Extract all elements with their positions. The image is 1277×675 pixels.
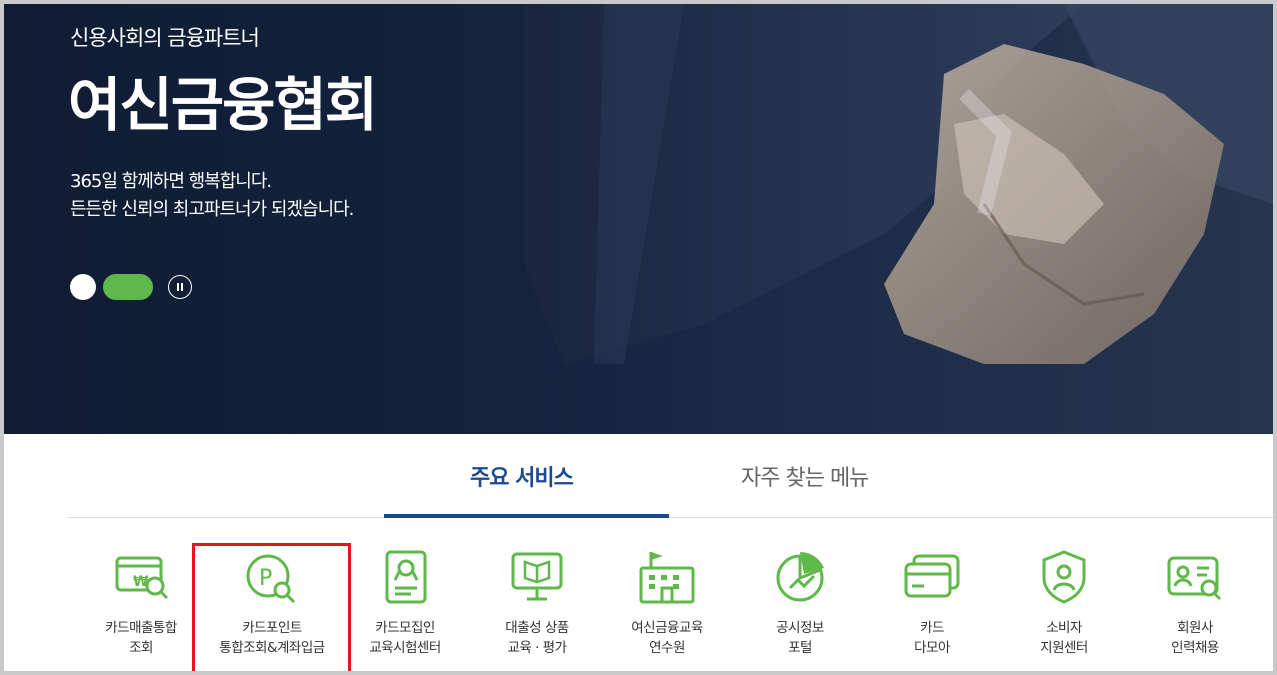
pause-icon[interactable] [168,275,192,299]
service-consumer-support[interactable]: 소비자 지원센터 [999,548,1129,658]
service-recruiter-exam-center[interactable]: 카드모집인 교육시험센터 [340,548,470,658]
slide-indicator-2-active[interactable] [103,274,153,300]
hero-title: 여신금융협회 [68,71,378,139]
hero-description-line2: 든든한 신뢰의 최고파트너가 되겠습니다. [70,199,354,220]
hero-description-line1: 365일 함께하면 행복합니다. [70,171,272,192]
pie-chart-icon [776,552,824,602]
id-card-search-icon [1167,556,1222,601]
page: 신용사회의 금융파트너 여신금융협회 365일 함께하면 행복합니다. 든든한 … [4,4,1273,671]
active-tab-underline [384,514,669,518]
service-card-damoa[interactable]: 카드 다모아 [867,548,997,658]
service-training-institute[interactable]: 여신금융교육 연수원 [602,548,732,658]
tab-frequent-menu[interactable]: 자주 찾는 메뉴 [741,460,869,492]
service-member-recruitment[interactable]: 회원사 인력채용 [1130,548,1260,658]
service-tabs: 주요 서비스 자주 찾는 메뉴 [68,434,1273,518]
service-label: 회원사 인력채용 [1171,620,1219,656]
service-label: 카드 다모아 [914,620,950,656]
service-label: 대출성 상품 교육 · 평가 [505,620,569,656]
service-disclosure-portal[interactable]: 공시정보 포털 [735,548,865,658]
highlight-box [192,543,351,671]
hero-banner: 신용사회의 금융파트너 여신금융협회 365일 함께하면 행복합니다. 든든한 … [4,4,1273,434]
certificate-icon [385,550,427,604]
shield-user-icon [1042,550,1086,604]
hero-subtitle: 신용사회의 금융파트너 [70,26,260,50]
tab-main-services[interactable]: 주요 서비스 [470,460,574,492]
service-card-sales-inquiry[interactable]: ₩ 카드매출통합 조회 [76,548,206,658]
school-building-icon [639,552,695,604]
service-label: 카드매출통합 조회 [105,620,177,656]
cards-icon [904,554,960,598]
hero-description: 365일 함께하면 행복합니다. 든든한 신뢰의 최고파트너가 되겠습니다. [70,168,354,224]
service-label: 카드모집인 교육시험센터 [369,620,441,656]
card-sales-search-icon: ₩ [115,556,169,600]
service-label: 공시정보 포털 [776,620,824,656]
service-label: 여신금융교육 연수원 [631,620,703,656]
service-label: 소비자 지원센터 [1040,620,1088,656]
service-loan-product-education[interactable]: 대출성 상품 교육 · 평가 [472,548,602,658]
monitor-book-icon [511,552,563,601]
slide-indicator-1[interactable] [70,274,96,300]
